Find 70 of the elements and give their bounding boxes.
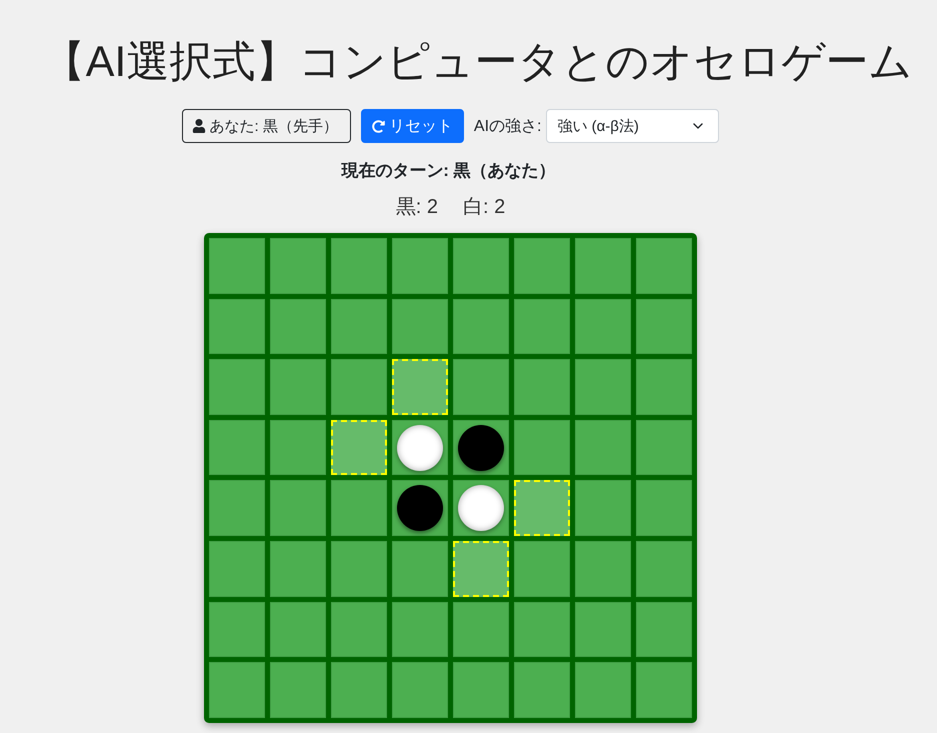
board-cell[interactable] bbox=[270, 602, 326, 658]
board-cell[interactable] bbox=[514, 662, 570, 718]
difficulty-select[interactable]: 強い (α-β法) bbox=[546, 109, 720, 143]
rotate-icon bbox=[372, 120, 385, 132]
board-cell[interactable] bbox=[514, 540, 570, 597]
board-cell[interactable] bbox=[270, 238, 326, 294]
board-cell[interactable] bbox=[575, 298, 631, 354]
board-cell[interactable] bbox=[636, 359, 692, 415]
computer-score: 白: 2 bbox=[463, 195, 506, 219]
board-cell[interactable] bbox=[209, 662, 265, 718]
board-cell[interactable] bbox=[209, 480, 265, 536]
board-cell[interactable] bbox=[270, 298, 326, 354]
board-cell[interactable] bbox=[575, 420, 631, 476]
board-cell[interactable] bbox=[331, 298, 387, 354]
board-cell[interactable] bbox=[636, 238, 692, 294]
valid-move-cell[interactable] bbox=[331, 420, 387, 476]
board-cell[interactable] bbox=[575, 238, 631, 294]
board-cell[interactable] bbox=[270, 480, 326, 536]
valid-move-cell[interactable] bbox=[453, 540, 509, 597]
board-cell[interactable] bbox=[636, 602, 692, 658]
board-cell[interactable] bbox=[331, 662, 387, 718]
board-cell[interactable] bbox=[392, 602, 448, 658]
turn-status: 現在のターン: 黒（あなた） bbox=[341, 161, 556, 181]
board-cell[interactable] bbox=[209, 420, 265, 476]
board-cell[interactable] bbox=[514, 602, 570, 658]
board-cell[interactable] bbox=[331, 238, 387, 294]
valid-move-cell[interactable] bbox=[392, 359, 448, 415]
board-cell[interactable] bbox=[514, 238, 570, 294]
board-cell[interactable] bbox=[270, 662, 326, 718]
board-cell[interactable] bbox=[636, 420, 692, 476]
board-cell[interactable] bbox=[331, 480, 387, 536]
board-cell[interactable] bbox=[575, 602, 631, 658]
board-cell[interactable] bbox=[331, 540, 387, 597]
board-cell[interactable] bbox=[636, 480, 692, 536]
board-cell[interactable] bbox=[392, 298, 448, 354]
difficulty-label: AIの強さ: bbox=[474, 116, 542, 136]
board-cell[interactable] bbox=[453, 298, 509, 354]
board-cell[interactable] bbox=[331, 359, 387, 415]
board-cell[interactable] bbox=[514, 359, 570, 415]
board-cell[interactable] bbox=[331, 602, 387, 658]
board-cell[interactable] bbox=[209, 359, 265, 415]
board-cell[interactable] bbox=[636, 662, 692, 718]
board-cell[interactable] bbox=[392, 238, 448, 294]
board-cell[interactable] bbox=[453, 238, 509, 294]
board-cell[interactable] bbox=[514, 420, 570, 476]
board-cell[interactable] bbox=[453, 359, 509, 415]
player-button[interactable]: あなた: 黒（先手） bbox=[182, 109, 351, 143]
board-cell[interactable] bbox=[514, 298, 570, 354]
board-cell[interactable] bbox=[575, 662, 631, 718]
board-cell[interactable] bbox=[209, 298, 265, 354]
board-cell[interactable] bbox=[209, 238, 265, 294]
board-cell[interactable] bbox=[575, 540, 631, 597]
user-icon bbox=[192, 119, 206, 133]
board-cell[interactable] bbox=[270, 420, 326, 476]
player-score: 黒: 2 bbox=[396, 195, 438, 219]
board-cell[interactable] bbox=[392, 662, 448, 718]
board-cell[interactable] bbox=[270, 540, 326, 597]
board-cell[interactable] bbox=[392, 540, 448, 597]
page-title: 【AI選択式】コンピュータとのオセロゲーム bbox=[42, 37, 912, 88]
board-cell[interactable] bbox=[453, 662, 509, 718]
board-cell[interactable] bbox=[575, 359, 631, 415]
reset-button[interactable]: リセット bbox=[360, 109, 464, 143]
valid-move-cell[interactable] bbox=[514, 480, 570, 536]
board-cell[interactable] bbox=[453, 602, 509, 658]
board-cell[interactable] bbox=[636, 540, 692, 597]
board-cell[interactable] bbox=[636, 298, 692, 354]
board-cell[interactable] bbox=[209, 540, 265, 597]
board-cell[interactable] bbox=[209, 602, 265, 658]
board-cell[interactable] bbox=[575, 480, 631, 536]
board-cell[interactable] bbox=[270, 359, 326, 415]
